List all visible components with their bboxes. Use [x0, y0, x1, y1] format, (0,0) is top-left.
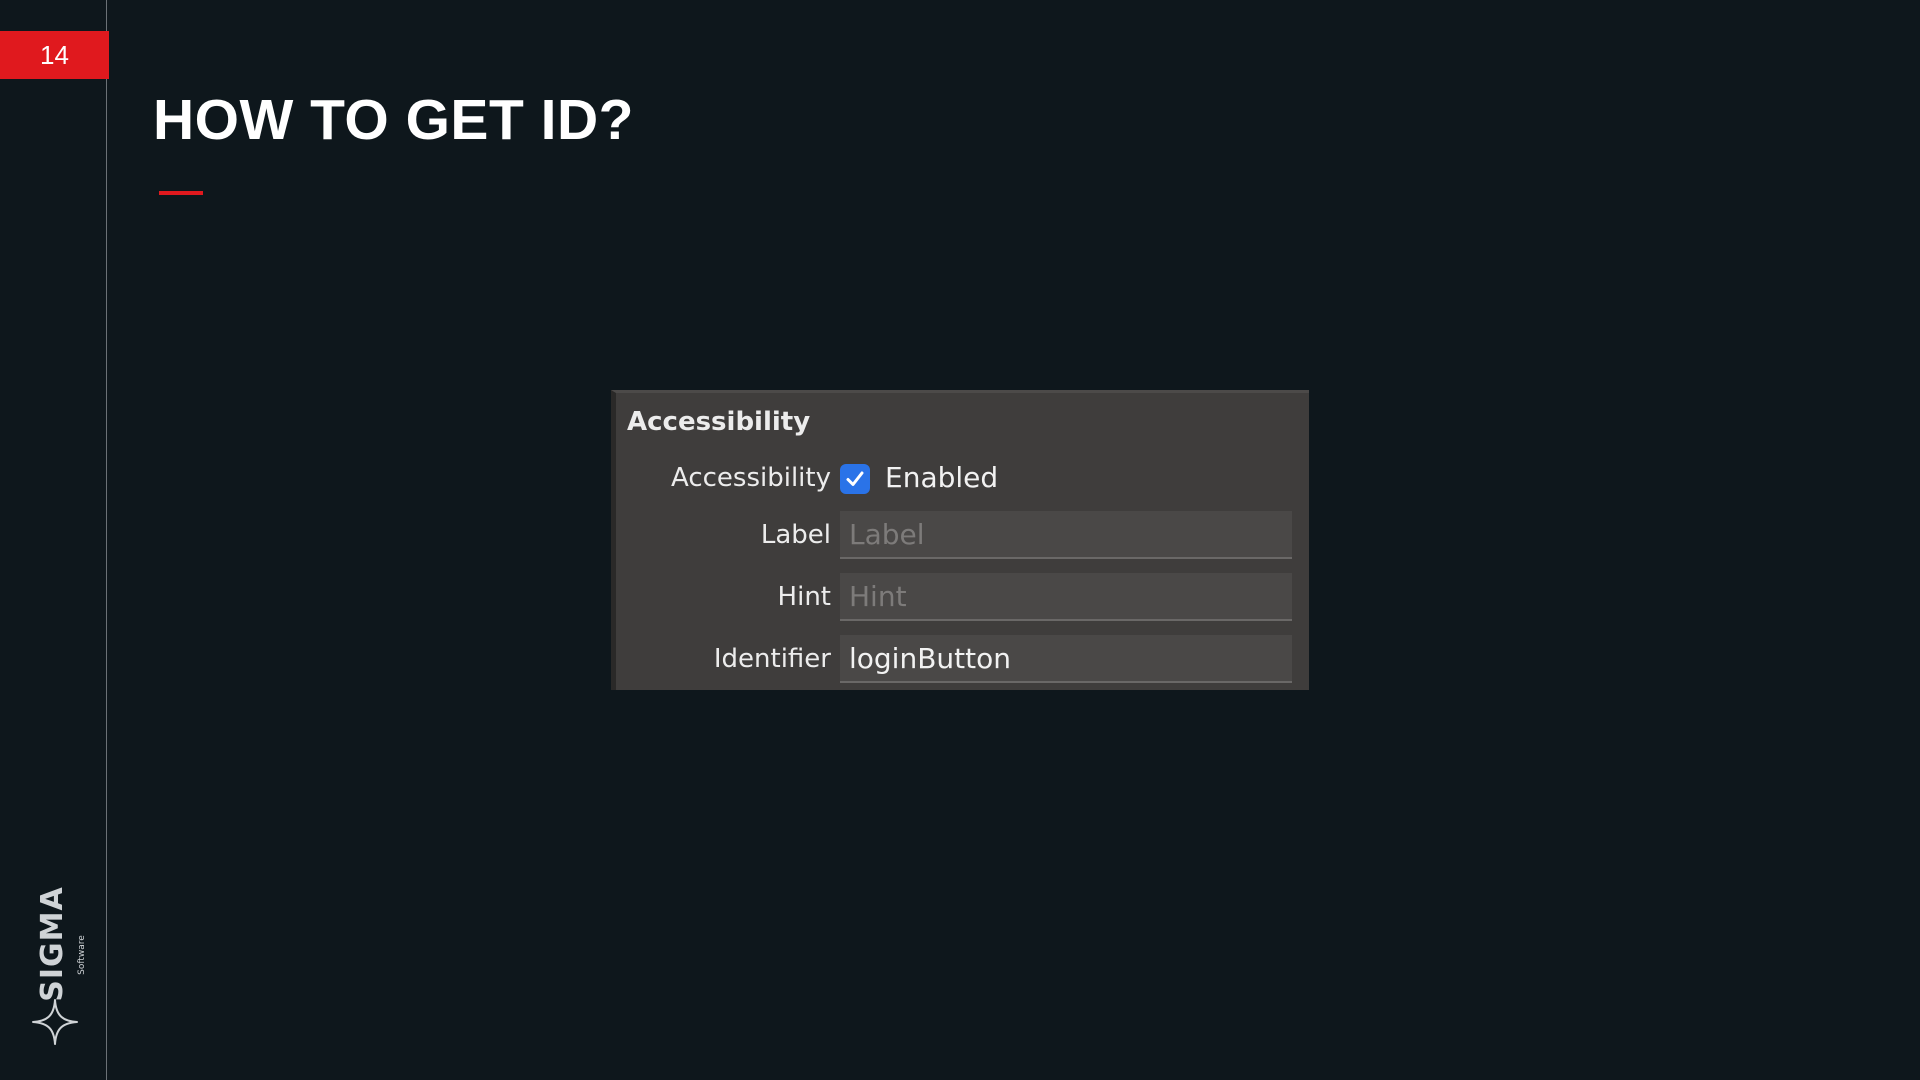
sigma-logo: SIGMA Software — [28, 880, 87, 1050]
identifier-row-label: Identifier — [713, 644, 831, 674]
logo-wordmark: SIGMA — [35, 886, 70, 1002]
title-accent-line — [159, 191, 203, 195]
enabled-label[interactable]: Enabled — [885, 461, 998, 494]
identifier-field-container — [840, 635, 1292, 683]
slide-number: 14 — [0, 31, 109, 79]
label-row-label: Label — [760, 520, 831, 550]
checkmark-icon — [846, 471, 864, 486]
sparkle-icon — [32, 999, 78, 1045]
identifier-input[interactable] — [840, 635, 1292, 681]
accessibility-enabled-checkbox[interactable] — [840, 464, 870, 494]
panel-header: Accessibility — [627, 407, 811, 437]
logo-subtitle: Software — [77, 935, 87, 975]
accessibility-panel: Accessibility Accessibility Enabled Labe… — [611, 390, 1309, 690]
hint-row-label: Hint — [777, 582, 831, 612]
label-input[interactable] — [840, 511, 1292, 557]
hint-field-container — [840, 573, 1292, 621]
accessibility-row-label: Accessibility — [671, 463, 831, 493]
hint-input[interactable] — [840, 573, 1292, 619]
slide-title: HOW TO GET ID? — [153, 88, 634, 152]
label-field-container — [840, 511, 1292, 559]
